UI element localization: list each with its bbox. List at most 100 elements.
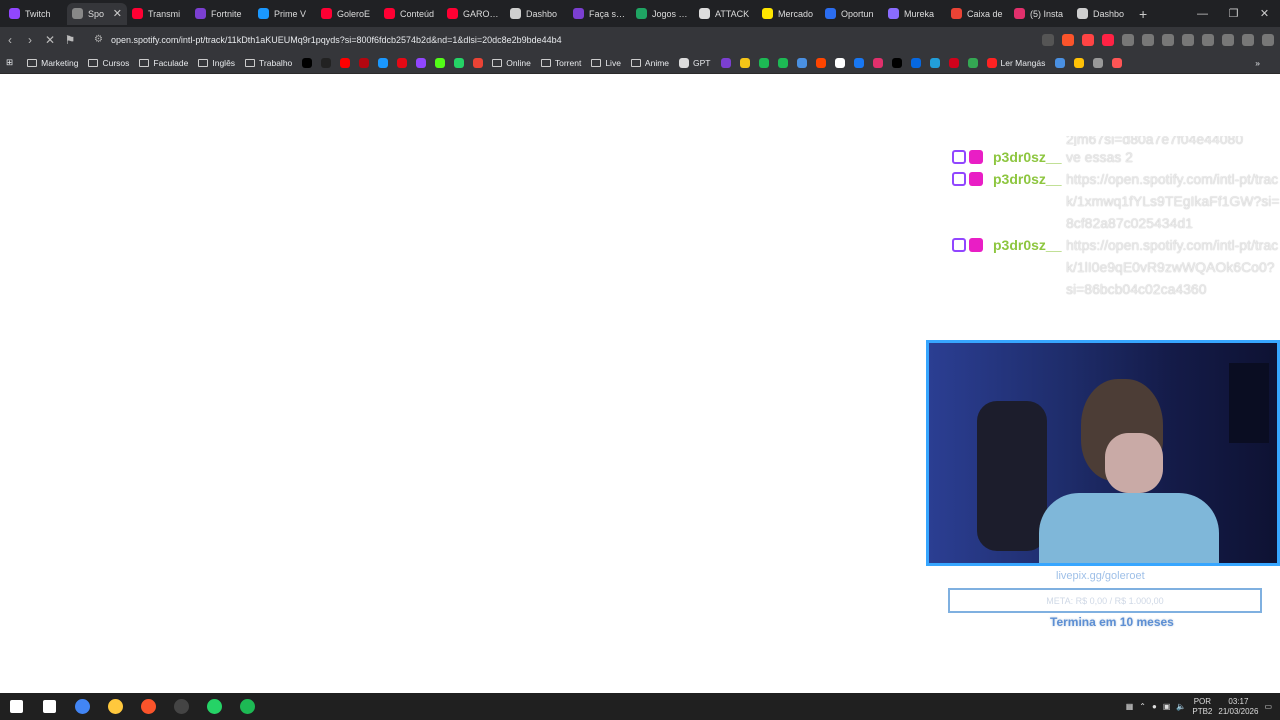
new-tab-icon[interactable]: + xyxy=(1139,6,1147,22)
bookmark-favicon-icon[interactable] xyxy=(321,57,332,68)
clock[interactable]: 03:17 21/03/2026 xyxy=(1218,697,1258,717)
bookmark-favicon-icon[interactable] xyxy=(435,57,446,68)
stop-loading-icon[interactable]: ✕ xyxy=(40,33,60,47)
bookmark-favicon-icon[interactable] xyxy=(454,57,465,68)
apps-grid-icon[interactable]: ⊞ xyxy=(6,57,13,68)
bookmark-folder[interactable]: Online xyxy=(492,58,531,68)
bookmark-favicon-icon[interactable] xyxy=(967,57,978,68)
close-window-icon[interactable]: ✕ xyxy=(1249,0,1280,27)
microphone-icon[interactable]: ● xyxy=(1152,702,1157,711)
network-icon[interactable]: ▣ xyxy=(1163,702,1171,711)
bookmark-favicon-icon[interactable] xyxy=(1055,57,1066,68)
forward-icon[interactable]: › xyxy=(20,33,40,47)
sidebar-icon[interactable] xyxy=(1182,33,1194,46)
bookmark-favicon-icon[interactable] xyxy=(397,57,408,68)
download-icon[interactable] xyxy=(1162,33,1174,46)
bookmark-favicon-icon[interactable] xyxy=(1112,57,1123,68)
tray-app-icon[interactable]: ▦ xyxy=(1126,702,1134,711)
bookmark-folder[interactable]: Cursos xyxy=(88,58,129,68)
site-info-icon[interactable]: ⚙ xyxy=(94,34,103,45)
menu-icon[interactable] xyxy=(1262,33,1274,46)
bookmark-folder[interactable]: Anime xyxy=(630,58,669,68)
bookmark-favicon-icon[interactable] xyxy=(834,57,845,68)
tab[interactable]: (5) Insta xyxy=(1009,3,1072,25)
bookmark-link[interactable]: Ler Mangás xyxy=(986,57,1045,68)
tab[interactable]: Mureka xyxy=(883,3,946,25)
brave-shields-icon[interactable] xyxy=(1062,33,1074,46)
address-bar[interactable]: ⚙ open.spotify.com/intl-pt/track/11kDth1… xyxy=(86,29,1054,50)
taskbar-app[interactable] xyxy=(198,693,231,720)
notifications-icon[interactable]: ▭ xyxy=(1264,702,1272,711)
bookmark-favicon-icon[interactable] xyxy=(416,57,427,68)
bookmark-favicon-icon[interactable] xyxy=(929,57,940,68)
bookmark-favicon-icon[interactable] xyxy=(891,57,902,68)
tab[interactable]: GoleroE xyxy=(316,3,379,25)
tab[interactable]: Spo ✕ xyxy=(67,2,127,25)
bookmark-favicon-icon[interactable] xyxy=(815,57,826,68)
bookmark-favicon-icon[interactable] xyxy=(302,57,313,68)
more-bookmarks-icon[interactable]: » xyxy=(1255,58,1260,68)
share-icon[interactable] xyxy=(1042,33,1054,46)
bookmark-favicon-icon[interactable] xyxy=(1093,57,1104,68)
tab[interactable]: Conteúd xyxy=(379,3,442,25)
tab[interactable]: ATTACK xyxy=(694,3,757,25)
tray-expand-icon[interactable]: ⌃ xyxy=(1139,702,1146,711)
bookmark-favicon-icon[interactable] xyxy=(796,57,807,68)
vpn-icon[interactable] xyxy=(1242,33,1254,46)
volume-icon[interactable]: 🔈 xyxy=(1176,702,1186,711)
bookmark-favicon-icon[interactable] xyxy=(359,57,370,68)
tab[interactable]: Fortnite xyxy=(190,3,253,25)
tab[interactable]: Faça seu xyxy=(568,3,631,25)
bookmark-folder[interactable]: Inglês xyxy=(198,58,235,68)
bookmark-favicon-icon[interactable] xyxy=(739,57,750,68)
bookmark-favicon-icon[interactable] xyxy=(1074,57,1085,68)
bookmark-favicon-icon[interactable] xyxy=(853,57,864,68)
taskbar-app[interactable] xyxy=(0,693,33,720)
bookmark-favicon-icon[interactable] xyxy=(872,57,883,68)
restore-icon[interactable]: ❐ xyxy=(1218,0,1249,27)
extension-icon[interactable] xyxy=(1102,33,1114,46)
bookmark-favicon-icon[interactable] xyxy=(473,57,484,68)
tab[interactable]: Transmi xyxy=(127,3,190,25)
bookmark-folder[interactable]: Live xyxy=(591,58,621,68)
taskbar-app[interactable] xyxy=(132,693,165,720)
tab-close-icon[interactable]: ✕ xyxy=(113,7,122,20)
taskbar-app[interactable] xyxy=(33,693,66,720)
bookmark-folder[interactable]: Trabalho xyxy=(245,58,292,68)
back-icon[interactable]: ‹ xyxy=(0,33,20,47)
taskbar-app[interactable] xyxy=(165,693,198,720)
bookmark-favicon-icon[interactable] xyxy=(720,57,731,68)
bookmark-favicon-icon[interactable] xyxy=(948,57,959,68)
bookmark-folder[interactable]: Faculade xyxy=(139,58,188,68)
bookmark-icon[interactable]: ⚑ xyxy=(60,33,80,47)
tab[interactable]: GAROTA xyxy=(442,3,505,25)
tab[interactable]: Mercado xyxy=(757,3,820,25)
bookmark-favicon-icon[interactable] xyxy=(777,57,788,68)
bookmark-link[interactable]: GPT xyxy=(679,57,711,68)
tab[interactable]: Jogos Ze xyxy=(631,3,694,25)
tab[interactable]: Prime V xyxy=(253,3,316,25)
extensions-area xyxy=(1042,27,1274,52)
rewards-icon[interactable] xyxy=(1082,33,1094,46)
tab[interactable]: Dashbo xyxy=(505,3,568,25)
taskbar-app[interactable] xyxy=(99,693,132,720)
bookmark-folder[interactable]: Marketing xyxy=(27,58,78,68)
tab[interactable]: Twitch xyxy=(4,3,67,25)
taskbar-app[interactable] xyxy=(231,693,264,720)
extensions-icon[interactable] xyxy=(1122,33,1134,46)
taskbar-app[interactable] xyxy=(66,693,99,720)
bookmark-favicon-icon[interactable] xyxy=(378,57,389,68)
bookmark-favicon-icon[interactable] xyxy=(340,57,351,68)
tab[interactable]: Oportun xyxy=(820,3,883,25)
wallet-icon[interactable] xyxy=(1202,33,1214,46)
leo-icon[interactable] xyxy=(1222,33,1234,46)
bookmark-folder[interactable]: Torrent xyxy=(540,58,581,68)
tab[interactable]: Caixa de xyxy=(946,3,1009,25)
bookmark-favicon-icon[interactable] xyxy=(758,57,769,68)
screenshot-icon[interactable] xyxy=(1142,33,1154,46)
tab[interactable]: Dashbo xyxy=(1072,3,1135,25)
bookmark-favicon-icon[interactable] xyxy=(910,57,921,68)
language-indicator[interactable]: POR PTB2 xyxy=(1192,697,1212,717)
minimize-icon[interactable]: — xyxy=(1187,0,1218,27)
tab-label: Dashbo xyxy=(526,8,558,19)
